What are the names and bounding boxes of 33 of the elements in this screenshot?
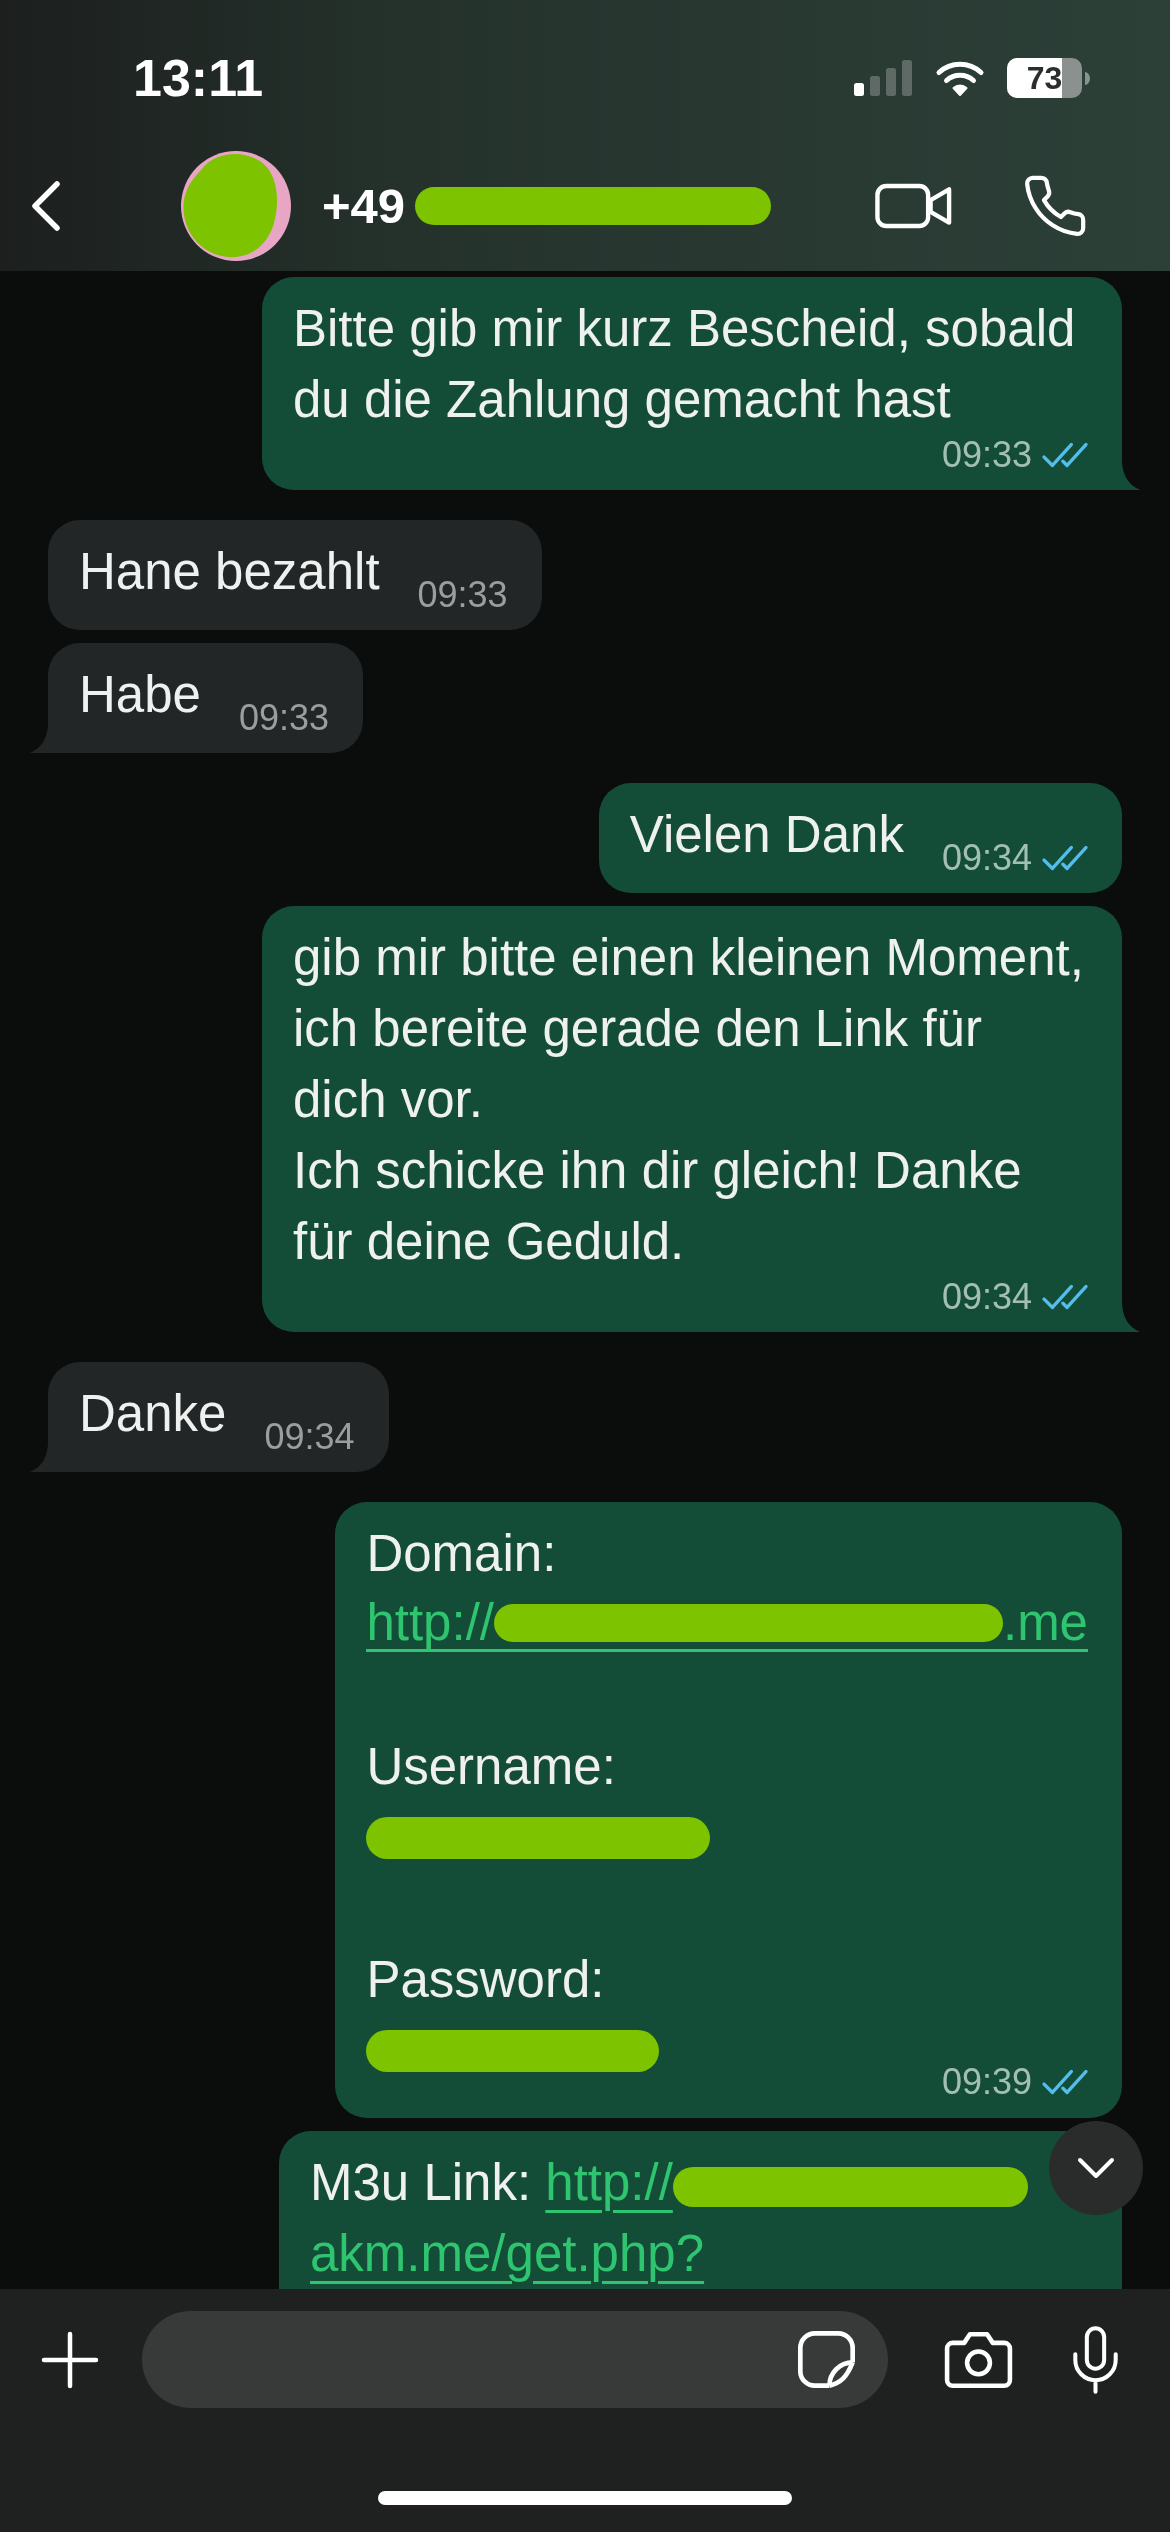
status-time: 13:11 xyxy=(133,52,264,104)
message-time: 09:33 xyxy=(941,435,1032,475)
message-time: 09:34 xyxy=(941,838,1032,878)
message-time: 09:34 xyxy=(264,1417,355,1457)
phone-icon[interactable] xyxy=(1024,175,1086,237)
signal-icon xyxy=(854,60,912,96)
message-link[interactable]: akm.me/get.php? xyxy=(310,2225,705,2282)
message-text: M3u Link: xyxy=(310,2154,532,2211)
field-label: Password: xyxy=(366,1950,606,2010)
message-text: gib mir bitte einen kleinen Moment, ich bereite gerade den Link für dich vor. Ich schicke ihn dir gleich! Danke für deine Geduld. xyxy=(293,928,1085,1272)
contact-name[interactable]: +49 xyxy=(322,181,406,231)
message-text: Hane bezahlt xyxy=(79,542,380,602)
message-text: Danke xyxy=(79,1384,227,1444)
message-time: 09:39 xyxy=(941,2062,1032,2102)
message-time: 09:34 xyxy=(941,1277,1032,1317)
message-link[interactable]: http:// .me xyxy=(366,1597,1088,1652)
back-icon[interactable] xyxy=(30,180,62,232)
battery-tip-icon xyxy=(1085,71,1090,85)
chevron-down-icon xyxy=(1077,2157,1115,2179)
video-call-icon[interactable] xyxy=(875,183,953,229)
sticker-icon[interactable] xyxy=(798,2331,855,2388)
message-time: 09:33 xyxy=(417,575,508,615)
field-label: Domain: xyxy=(366,1524,558,1584)
battery-level: 73 xyxy=(1026,62,1063,94)
message-time: 09:33 xyxy=(238,698,329,738)
field-label: Username: xyxy=(366,1737,617,1797)
message-text: Vielen Dank xyxy=(629,805,904,865)
camera-icon[interactable] xyxy=(944,2331,1013,2388)
message-text: Habe xyxy=(79,665,201,725)
plus-icon[interactable] xyxy=(40,2329,100,2390)
message-text: Bitte gib mir kurz Bescheid, sobald du die Zahlung gemacht hast xyxy=(293,299,1077,430)
wifi-icon xyxy=(935,59,985,97)
message-link[interactable]: http:// xyxy=(545,2154,1028,2211)
